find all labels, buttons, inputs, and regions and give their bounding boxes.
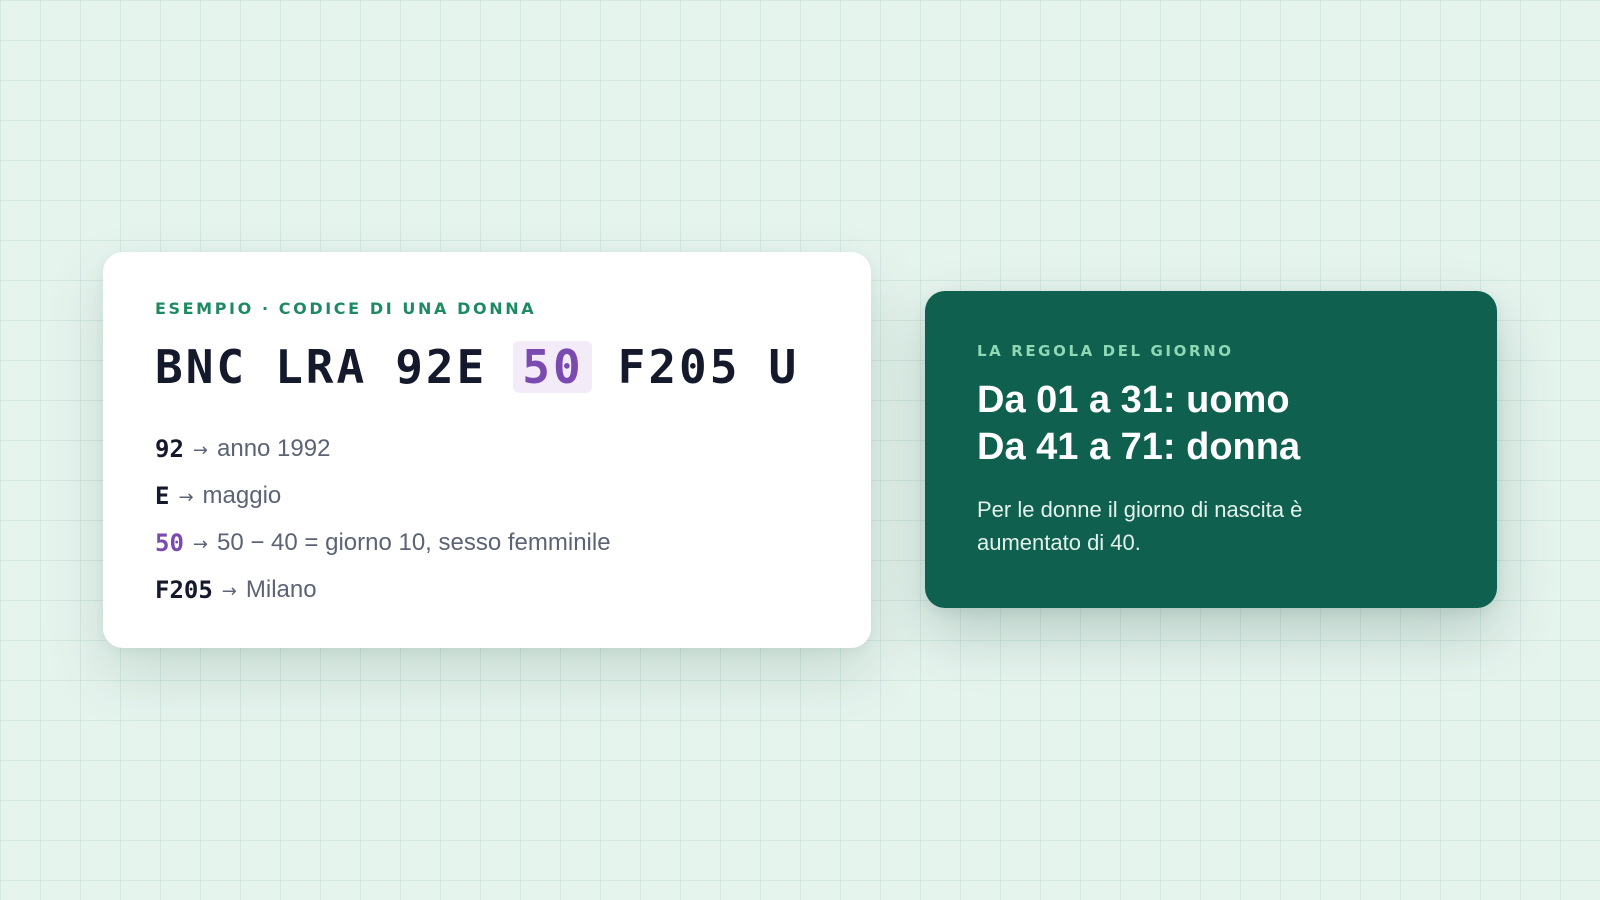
rule-title-line-male: Da 01 a 31: uomo — [977, 379, 1290, 421]
legend-text: anno 1992 — [217, 434, 331, 462]
code-name: LRA — [275, 340, 368, 394]
legend-key: 92 — [155, 434, 184, 463]
legend-item-year: 92 → anno 1992 — [155, 425, 819, 472]
legend-text: Milano — [245, 575, 317, 603]
rule-title-line-female: Da 41 a 71: donna — [977, 426, 1301, 468]
fiscal-code: BNC LRA 92E 50 F205 U — [155, 339, 819, 395]
legend-item-month: E → maggio — [155, 472, 819, 519]
legend-key: F205 — [155, 575, 213, 604]
arrow-right-icon: → — [192, 440, 208, 461]
legend-item-day: 50 → 50 − 40 = giorno 10, sesso femminil… — [155, 519, 819, 566]
code-legend: 92 → anno 1992 E → maggio 50 → 50 − 40 =… — [155, 425, 819, 613]
legend-text: 50 − 40 = giorno 10, sesso femminile — [217, 528, 611, 556]
arrow-right-icon: → — [178, 487, 194, 508]
code-day-highlight: 50 — [513, 341, 592, 393]
rule-title: Da 01 a 31: uomo Da 41 a 71: donna — [977, 377, 1445, 471]
rule-eyebrow: LA REGOLA DEL GIORNO — [977, 342, 1234, 360]
legend-key: 50 — [155, 528, 184, 557]
legend-item-place: F205 → Milano — [155, 566, 819, 613]
legend-text: maggio — [202, 481, 282, 509]
example-eyebrow: ESEMPIO · CODICE DI UNA DONNA — [155, 299, 537, 318]
rule-card: LA REGOLA DEL GIORNO Da 01 a 31: uomo Da… — [925, 291, 1497, 608]
example-card: ESEMPIO · CODICE DI UNA DONNA BNC LRA 92… — [103, 252, 871, 648]
code-year-month: 92E — [395, 340, 488, 394]
arrow-right-icon: → — [192, 534, 208, 555]
code-check: U — [768, 340, 800, 394]
code-surname: BNC — [155, 340, 248, 394]
rule-description: Per le donne il giorno di nascita è aume… — [977, 497, 1303, 555]
legend-key: E — [155, 481, 170, 510]
arrow-right-icon: → — [221, 581, 237, 602]
code-place: F205 — [617, 340, 741, 394]
